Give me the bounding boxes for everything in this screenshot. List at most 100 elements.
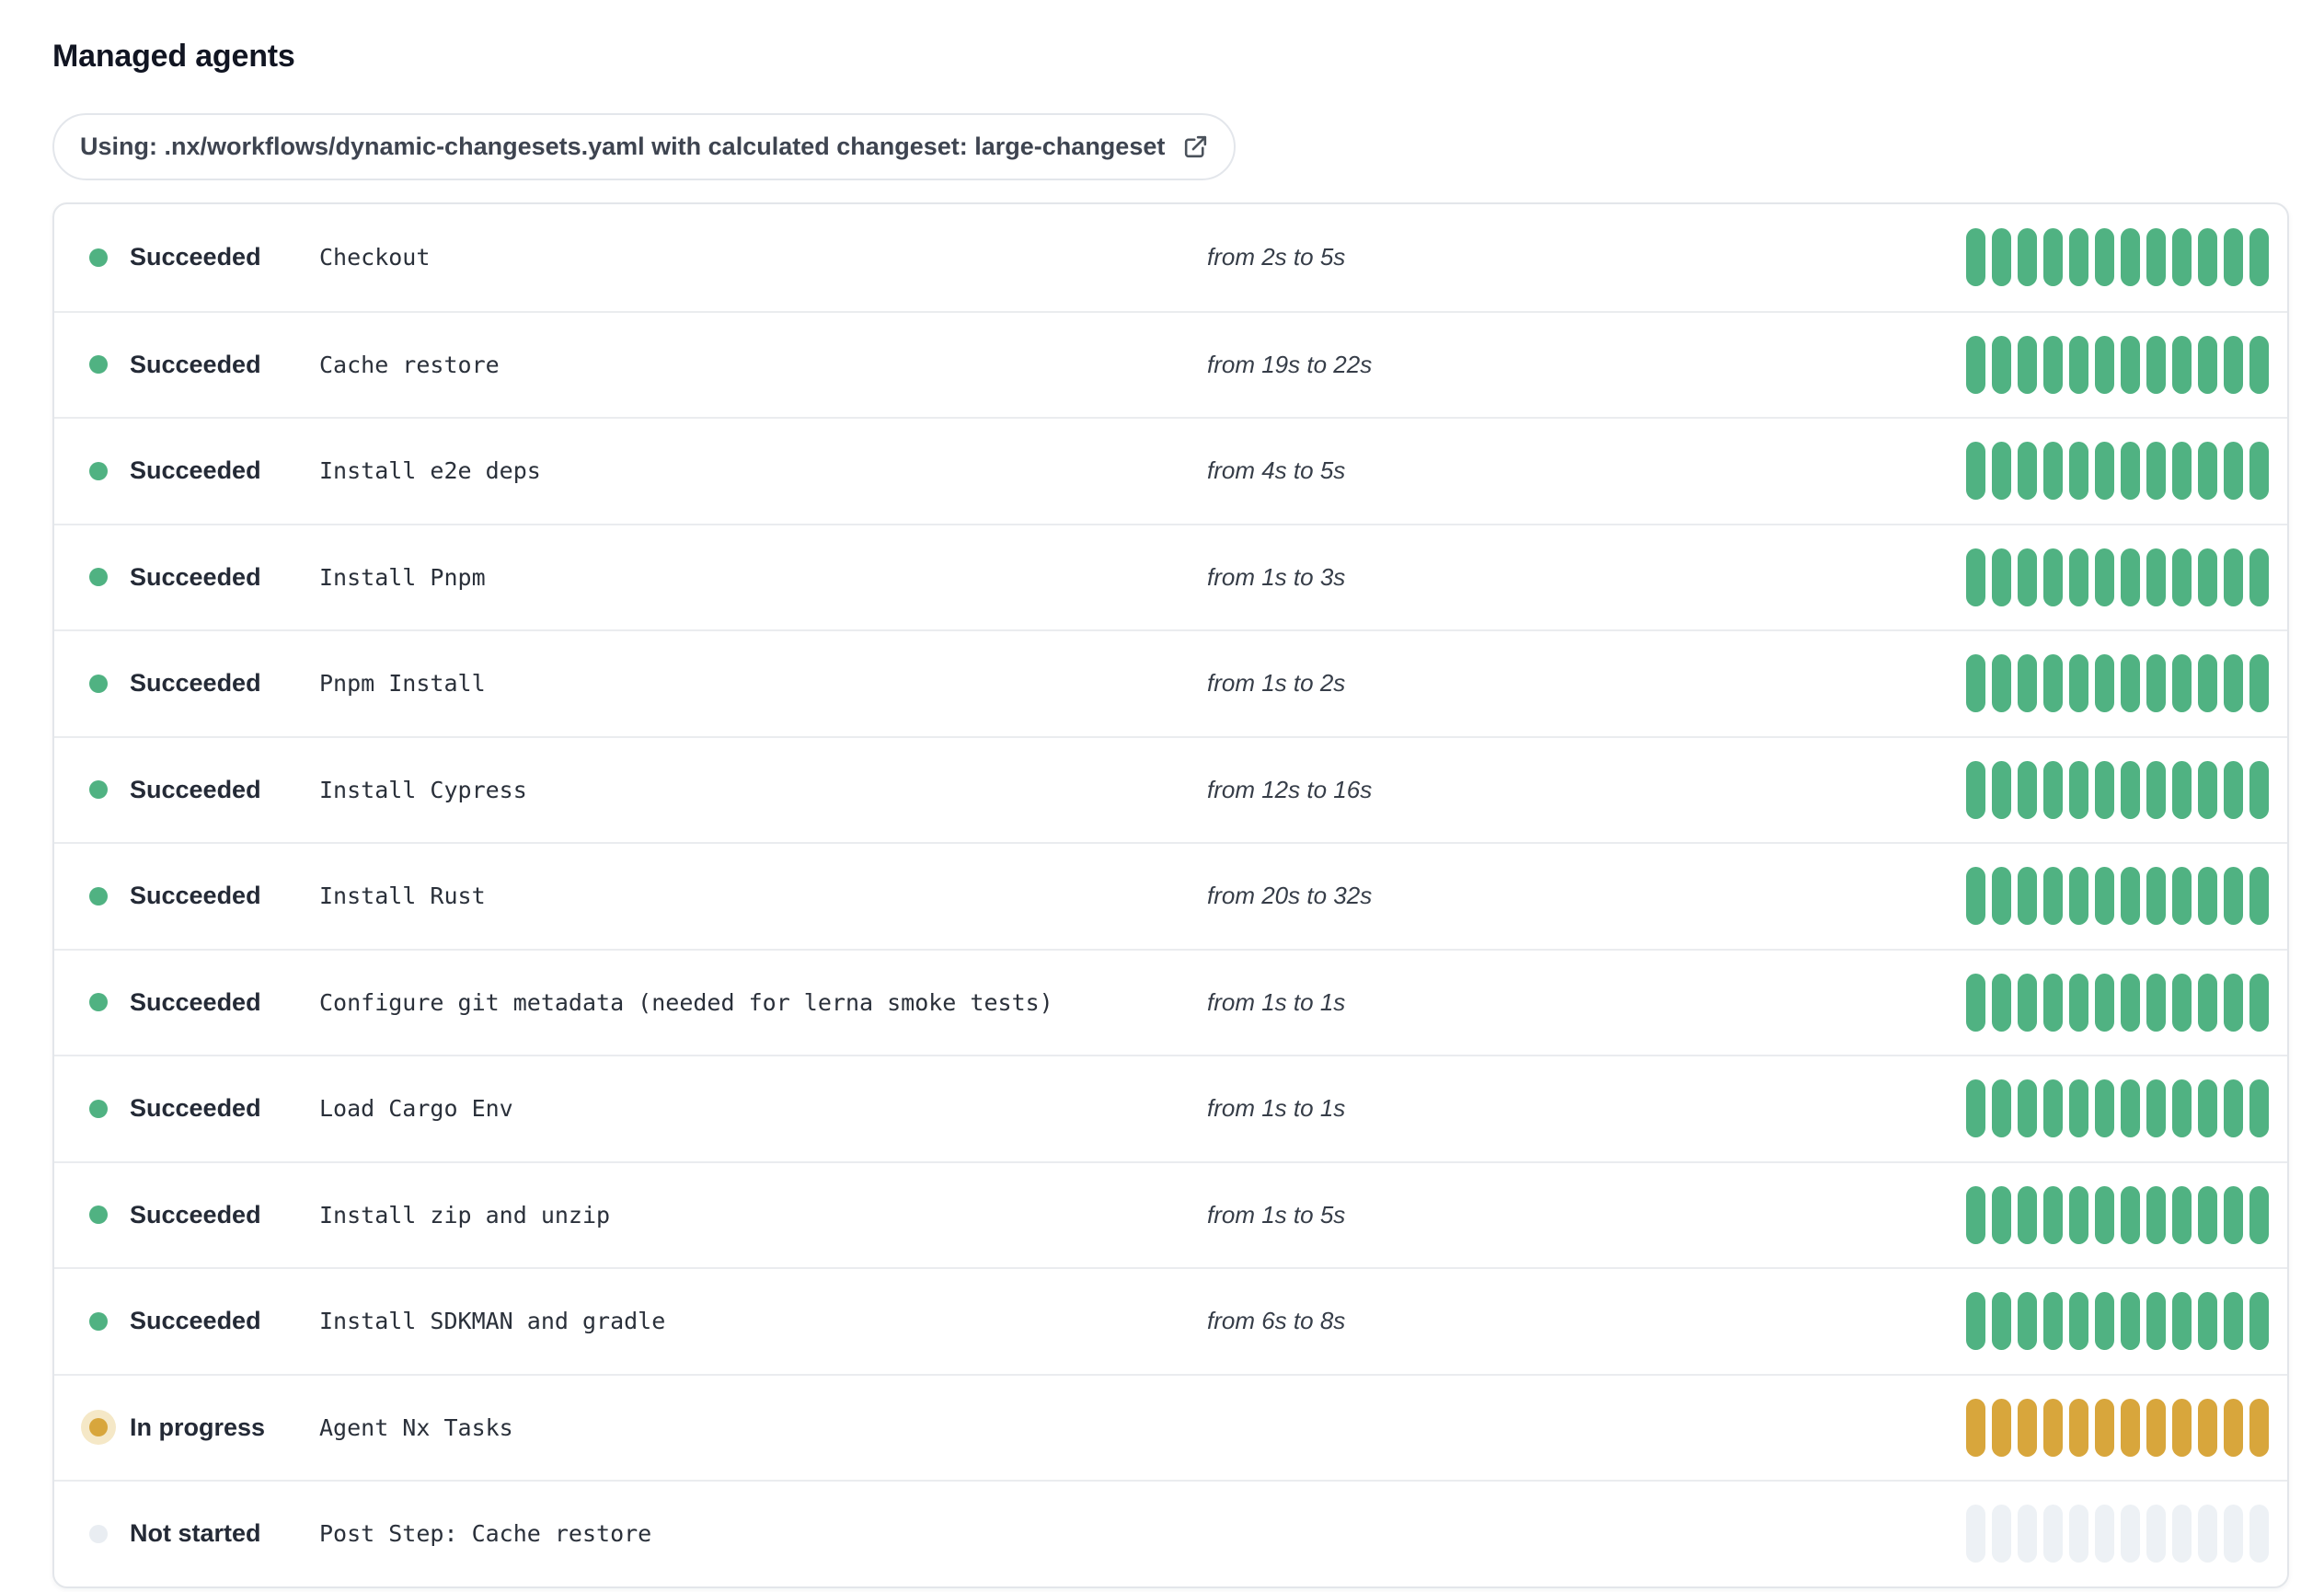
usage-pill xyxy=(2198,335,2217,394)
page-title: Managed agents xyxy=(52,39,295,74)
agent-usage-bars xyxy=(1966,1398,2269,1457)
usage-pill xyxy=(2018,867,2037,926)
usage-pill xyxy=(2095,1398,2114,1457)
usage-pill xyxy=(2224,1292,2243,1351)
agent-usage-bars xyxy=(1966,760,2269,819)
usage-pill xyxy=(1992,1292,2011,1351)
usage-pill xyxy=(2198,1398,2217,1457)
usage-pill xyxy=(2198,1505,2217,1563)
agent-step-row[interactable]: Succeeded Install Rust from 20s to 32s xyxy=(54,842,2287,949)
status-label: Succeeded xyxy=(130,1200,261,1229)
usage-pill xyxy=(2043,973,2063,1032)
usage-pill xyxy=(2224,867,2243,926)
status-cell: In progress xyxy=(89,1413,319,1442)
duration-range: from 6s to 8s xyxy=(1207,1307,1346,1335)
agent-step-row[interactable]: Succeeded Pnpm Install from 1s to 2s xyxy=(54,629,2287,736)
usage-pill xyxy=(2069,867,2088,926)
agent-usage-bars xyxy=(1966,973,2269,1032)
usage-pill xyxy=(2018,1079,2037,1138)
usage-pill xyxy=(1992,335,2011,394)
usage-pill xyxy=(2172,548,2192,606)
usage-pill xyxy=(2043,442,2063,501)
usage-pill xyxy=(2224,442,2243,501)
status-cell: Succeeded xyxy=(89,1307,319,1335)
status-label: Succeeded xyxy=(130,1307,261,1335)
step-name: Install e2e deps xyxy=(319,457,541,485)
usage-pill xyxy=(1966,1505,1985,1563)
usage-pill xyxy=(1992,442,2011,501)
status-label: In progress xyxy=(130,1413,266,1441)
status-dot xyxy=(89,780,108,800)
usage-pill xyxy=(2172,228,2192,287)
status-dot xyxy=(89,993,108,1012)
status-dot xyxy=(89,568,108,587)
status-dot xyxy=(89,1099,108,1118)
duration-range: from 1s to 3s xyxy=(1207,562,1346,591)
status-cell: Succeeded xyxy=(89,776,319,804)
agent-step-row[interactable]: Succeeded Install SDKMAN and gradle from… xyxy=(54,1267,2287,1374)
usage-pill xyxy=(2121,867,2140,926)
agent-step-row[interactable]: Succeeded Configure git metadata (needed… xyxy=(54,948,2287,1056)
agent-step-row[interactable]: Succeeded Install zip and unzip from 1s … xyxy=(54,1160,2287,1268)
usage-pill xyxy=(2018,1292,2037,1351)
agent-step-row[interactable]: Succeeded Load Cargo Env from 1s to 1s xyxy=(54,1055,2287,1161)
status-cell: Not started xyxy=(89,1519,319,1548)
usage-pill xyxy=(2172,1398,2192,1457)
status-label: Succeeded xyxy=(130,775,261,803)
agent-step-row[interactable]: Succeeded Install Cypress from 12s to 16… xyxy=(54,735,2287,843)
usage-pill xyxy=(2043,1185,2063,1244)
usage-pill xyxy=(1992,867,2011,926)
status-label: Succeeded xyxy=(130,562,261,591)
usage-pill xyxy=(2095,1505,2114,1563)
usage-pill xyxy=(2224,1398,2243,1457)
usage-pill xyxy=(2121,973,2140,1032)
step-name: Checkout xyxy=(319,244,431,271)
agent-step-row[interactable]: Not started Post Step: Cache restore xyxy=(54,1480,2287,1586)
status-cell: Succeeded xyxy=(89,243,319,271)
usage-pill xyxy=(2198,867,2217,926)
usage-pill xyxy=(1966,760,1985,819)
usage-pill xyxy=(2095,973,2114,1032)
usage-pill xyxy=(2198,760,2217,819)
usage-pill xyxy=(2198,228,2217,287)
usage-pill xyxy=(2069,1185,2088,1244)
usage-pill xyxy=(2095,548,2114,606)
status-dot xyxy=(89,461,108,480)
workflow-banner-label: Using: .nx/workflows/dynamic-changesets.… xyxy=(80,133,1166,161)
usage-pill xyxy=(2146,1505,2166,1563)
status-dot xyxy=(89,248,108,267)
usage-pill xyxy=(2146,1292,2166,1351)
usage-pill xyxy=(2146,442,2166,501)
usage-pill xyxy=(2224,973,2243,1032)
agent-step-row[interactable]: Succeeded Cache restore from 19s to 22s xyxy=(54,310,2287,418)
external-link-icon[interactable] xyxy=(1181,133,1210,161)
agent-usage-bars xyxy=(1966,548,2269,606)
duration-range: from 1s to 5s xyxy=(1207,1200,1346,1229)
workflow-banner-link[interactable]: Using: .nx/workflows/dynamic-changesets.… xyxy=(52,113,1237,181)
agent-step-row[interactable]: In progress Agent Nx Tasks xyxy=(54,1373,2287,1481)
step-name: Load Cargo Env xyxy=(319,1095,513,1123)
usage-pill xyxy=(1966,1079,1985,1138)
status-dot xyxy=(89,1206,108,1225)
usage-pill xyxy=(2069,1398,2088,1457)
agent-step-row[interactable]: Succeeded Install e2e deps from 4s to 5s xyxy=(54,417,2287,524)
usage-pill xyxy=(2249,867,2269,926)
usage-pill xyxy=(2249,1398,2269,1457)
status-label: Succeeded xyxy=(130,1094,261,1123)
duration-range: from 1s to 2s xyxy=(1207,669,1346,698)
status-label: Succeeded xyxy=(130,987,261,1016)
usage-pill xyxy=(1966,548,1985,606)
usage-pill xyxy=(2043,654,2063,713)
usage-pill xyxy=(2146,1185,2166,1244)
agent-step-row[interactable]: Succeeded Install Pnpm from 1s to 3s xyxy=(54,523,2287,630)
usage-pill xyxy=(1966,1185,1985,1244)
usage-pill xyxy=(2249,335,2269,394)
usage-pill xyxy=(2018,228,2037,287)
usage-pill xyxy=(2249,654,2269,713)
status-cell: Succeeded xyxy=(89,456,319,485)
usage-pill xyxy=(2018,654,2037,713)
status-dot xyxy=(89,674,108,693)
duration-range: from 1s to 1s xyxy=(1207,987,1346,1016)
agent-usage-bars xyxy=(1966,867,2269,926)
agent-step-row[interactable]: Succeeded Checkout from 2s to 5s xyxy=(54,204,2287,311)
